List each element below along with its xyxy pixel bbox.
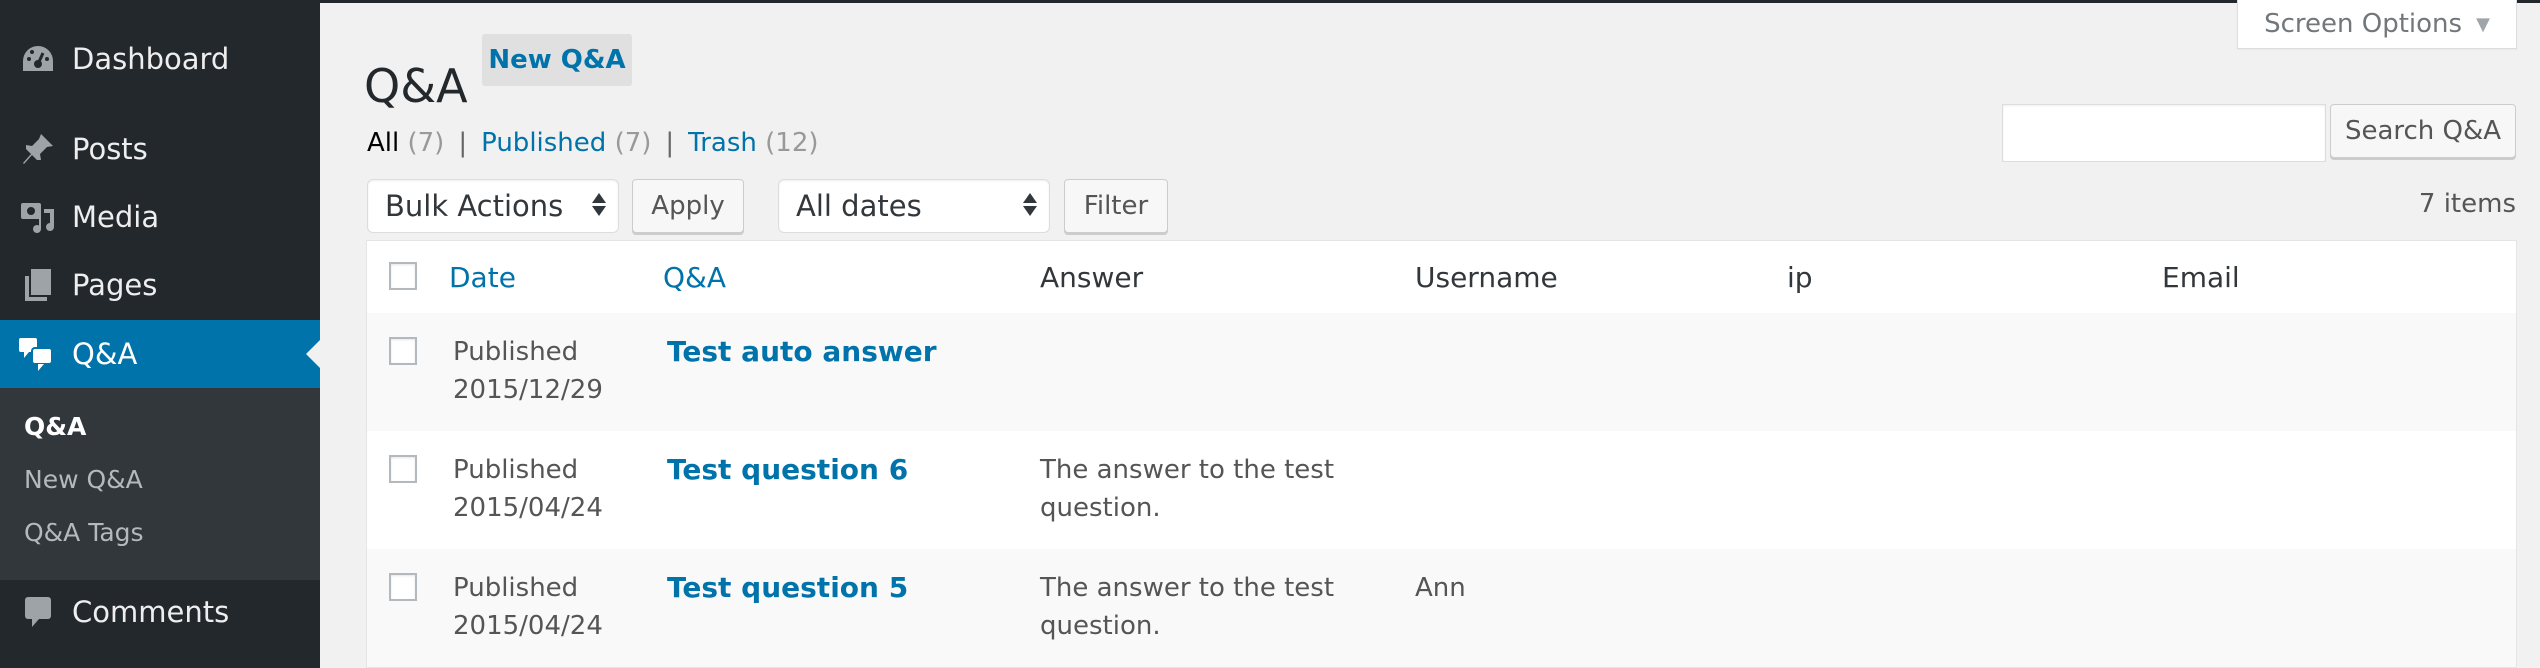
new-qa-button[interactable]: New Q&A	[482, 34, 632, 86]
search-input[interactable]	[2002, 104, 2326, 162]
date-cell: Published 2015/12/29	[453, 333, 603, 409]
qa-table: Date Q&A Answer Username ip Email Publis…	[366, 240, 2517, 668]
column-qa[interactable]: Q&A	[663, 261, 726, 294]
submenu-item-qa-tags[interactable]: Q&A Tags	[24, 518, 144, 547]
row-title-link[interactable]: Test auto answer	[667, 335, 937, 368]
sidebar-item-dashboard[interactable]: Dashboard	[0, 25, 320, 93]
sidebar-item-label: Media	[72, 200, 160, 234]
answer-text-line: The answer to the test	[1040, 455, 1335, 485]
view-all-count: (7)	[407, 128, 445, 158]
view-filters: All (7) | Published (7) | Trash (12)	[367, 128, 819, 158]
submenu-item-qa[interactable]: Q&A	[24, 412, 86, 441]
answer-cell: The answer to the test question.	[1040, 451, 1334, 527]
separator: |	[665, 128, 675, 158]
view-published-link[interactable]: Published (7)	[481, 128, 651, 158]
filter-button[interactable]: Filter	[1064, 179, 1168, 233]
bulk-actions-select[interactable]: Bulk Actions	[367, 179, 619, 233]
row-checkbox[interactable]	[389, 573, 417, 601]
table-row: Published 2015/12/29 Test auto answer	[367, 313, 2516, 431]
admin-sidebar: Dashboard Posts Media Pages Q&A Q&A New …	[0, 0, 320, 668]
row-checkbox[interactable]	[389, 337, 417, 365]
title-cell: Test question 5	[667, 569, 908, 608]
select-arrows-icon	[592, 193, 606, 216]
column-ip: ip	[1787, 261, 1813, 294]
screen-options-label: Screen Options	[2264, 9, 2463, 39]
view-published-label: Published	[481, 128, 607, 158]
row-checkbox[interactable]	[389, 455, 417, 483]
sidebar-item-label: Pages	[72, 268, 158, 302]
apply-button[interactable]: Apply	[632, 179, 744, 233]
answer-text-line: question.	[1040, 611, 1161, 641]
answer-text-line: question.	[1040, 493, 1161, 523]
status-text: Published	[453, 337, 579, 367]
submenu-item-new-qa[interactable]: New Q&A	[24, 465, 143, 494]
screen-options-button[interactable]: Screen Options ▼	[2237, 0, 2517, 49]
sidebar-item-label: Comments	[72, 595, 230, 629]
column-date[interactable]: Date	[449, 261, 516, 294]
view-all-label: All	[367, 128, 400, 158]
view-trash-count: (12)	[765, 128, 819, 158]
page-title: Q&A	[364, 58, 468, 113]
sidebar-item-pages[interactable]: Pages	[0, 251, 320, 319]
status-text: Published	[453, 573, 579, 603]
title-cell: Test auto answer	[667, 333, 937, 372]
sidebar-item-media[interactable]: Media	[0, 183, 320, 251]
pin-icon	[18, 129, 58, 169]
username-cell: Ann	[1415, 573, 1466, 603]
answer-cell: The answer to the test question.	[1040, 569, 1334, 645]
select-arrows-icon	[1023, 193, 1037, 216]
date-cell: Published 2015/04/24	[453, 451, 603, 527]
sidebar-item-comments[interactable]: Comments	[0, 578, 320, 646]
view-published-count: (7)	[614, 128, 652, 158]
pages-icon	[18, 265, 58, 305]
caret-down-icon: ▼	[2476, 13, 2490, 35]
date-text: 2015/04/24	[453, 493, 603, 523]
column-answer: Answer	[1040, 261, 1144, 294]
dashboard-icon	[18, 39, 58, 79]
separator: |	[458, 128, 468, 158]
date-text: 2015/12/29	[453, 375, 603, 405]
title-cell: Test question 6	[667, 451, 908, 490]
search-button[interactable]: Search Q&A	[2330, 104, 2516, 158]
date-filter-select[interactable]: All dates	[778, 179, 1050, 233]
status-text: Published	[453, 455, 579, 485]
admin-bar	[0, 0, 2540, 3]
sidebar-item-label: Posts	[72, 132, 148, 166]
comment-icon	[18, 592, 58, 632]
items-count: 7 items	[2418, 189, 2516, 219]
table-row: Published 2015/04/24 Test question 5 The…	[367, 549, 2516, 667]
active-indicator	[306, 340, 320, 368]
view-all-link[interactable]: All (7)	[367, 128, 444, 158]
date-text: 2015/04/24	[453, 611, 603, 641]
qa-submenu: Q&A New Q&A Q&A Tags	[0, 388, 320, 580]
sidebar-item-qa[interactable]: Q&A	[0, 320, 320, 388]
view-trash-label: Trash	[688, 128, 757, 158]
column-username: Username	[1415, 261, 1558, 294]
table-row: Published 2015/04/24 Test question 6 The…	[367, 431, 2516, 549]
sidebar-item-posts[interactable]: Posts	[0, 115, 320, 183]
view-trash-link[interactable]: Trash (12)	[688, 128, 818, 158]
table-header: Date Q&A Answer Username ip Email	[367, 241, 2516, 314]
sidebar-item-label: Q&A	[72, 337, 138, 371]
date-cell: Published 2015/04/24	[453, 569, 603, 645]
column-email: Email	[2162, 261, 2240, 294]
sidebar-item-label: Dashboard	[72, 42, 230, 76]
bulk-actions-value: Bulk Actions	[385, 189, 564, 223]
select-all-checkbox[interactable]	[389, 262, 417, 290]
speech-bubbles-icon	[18, 334, 58, 374]
media-icon	[18, 197, 58, 237]
row-title-link[interactable]: Test question 5	[667, 571, 908, 604]
date-filter-value: All dates	[796, 189, 922, 223]
answer-text-line: The answer to the test	[1040, 573, 1335, 603]
row-title-link[interactable]: Test question 6	[667, 453, 908, 486]
